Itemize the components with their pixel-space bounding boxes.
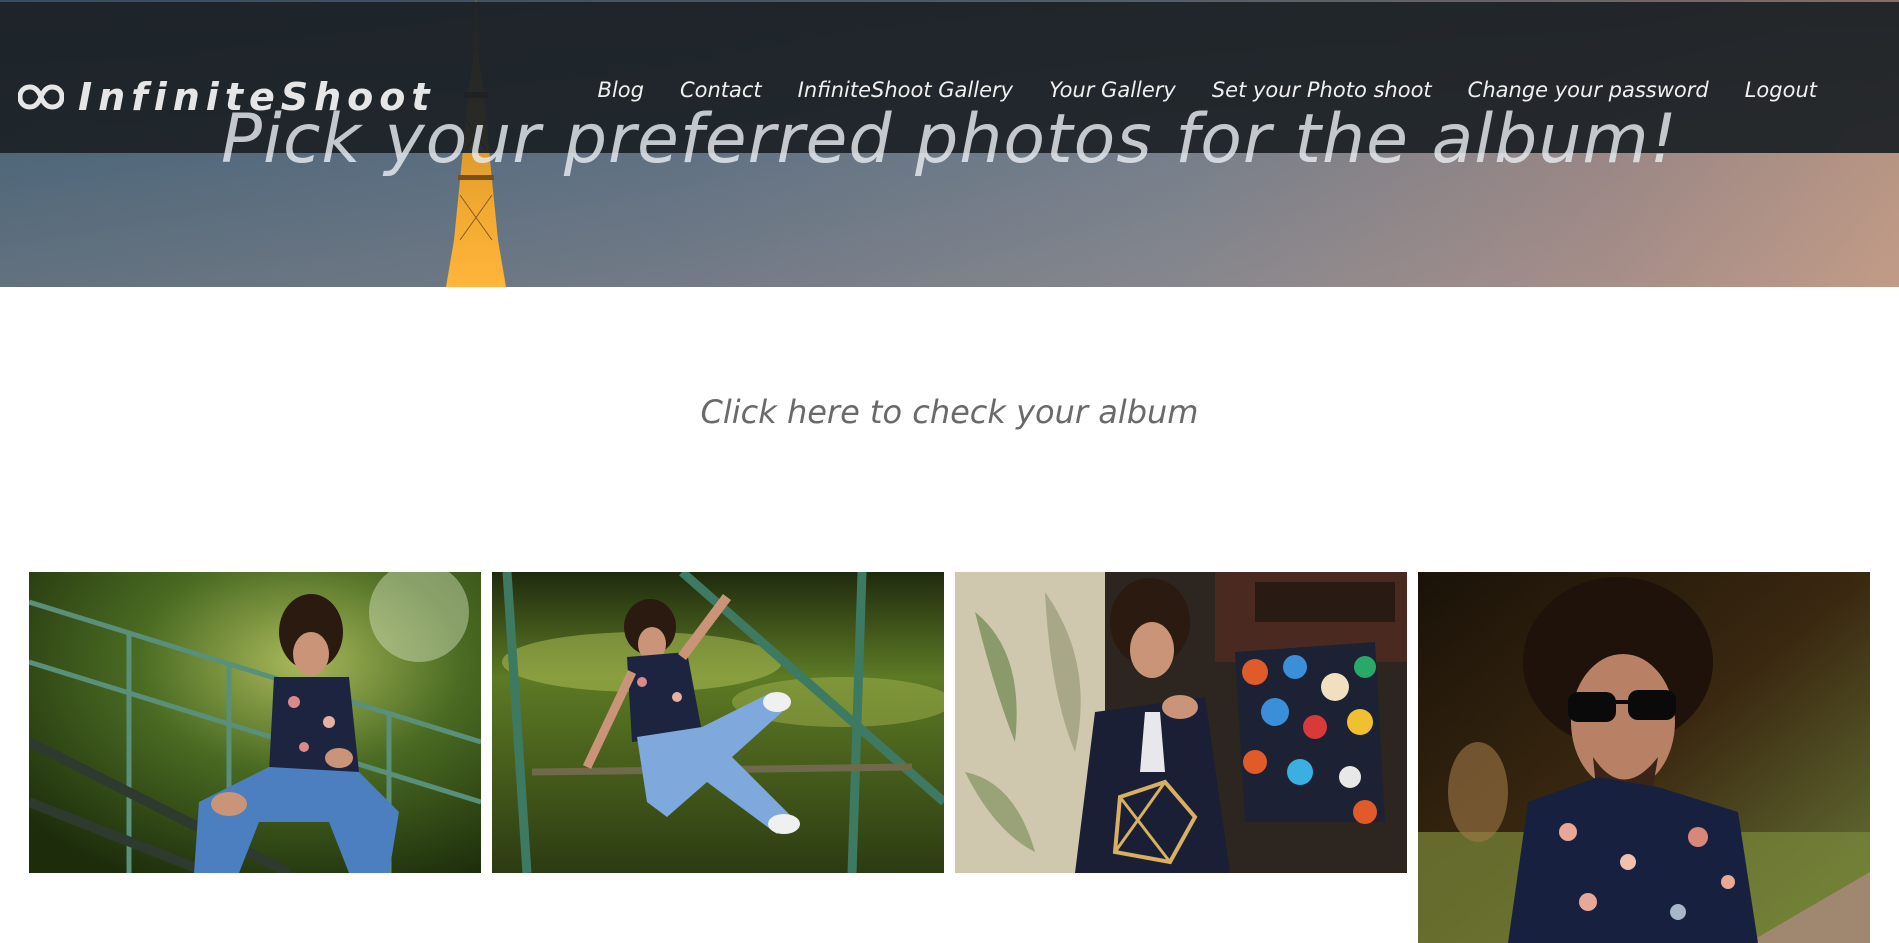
photo-man-with-sunglasses[interactable] <box>1418 572 1870 943</box>
nav-link-your-gallery[interactable]: Your Gallery <box>1049 78 1176 102</box>
hero-title: Pick your preferred photos for the album… <box>221 100 1678 179</box>
nav-link-infiniteshoot-gallery[interactable]: InfiniteShoot Gallery <box>798 78 1013 102</box>
photo-man-on-stairs-image <box>29 572 481 873</box>
photo-man-with-laptop[interactable] <box>955 572 1407 873</box>
photo-man-on-stairs[interactable] <box>29 572 481 873</box>
photo-man-on-grass[interactable] <box>492 572 944 873</box>
page: InfiniteShoot Blog Contact InfiniteShoot… <box>0 0 1899 943</box>
nav-link-logout[interactable]: Logout <box>1745 78 1817 102</box>
photo-man-with-laptop-image <box>955 572 1407 873</box>
check-album-link[interactable]: Click here to check your album <box>0 393 1899 431</box>
nav-link-change-password[interactable]: Change your password <box>1468 78 1709 102</box>
hero-banner: InfiniteShoot Blog Contact InfiniteShoot… <box>0 0 1899 287</box>
nav-link-contact[interactable]: Contact <box>680 78 762 102</box>
nav-link-blog[interactable]: Blog <box>598 78 644 102</box>
photo-man-on-grass-image <box>492 572 944 873</box>
photo-man-with-sunglasses-image <box>1418 572 1870 943</box>
nav-link-set-photo-shoot[interactable]: Set your Photo shoot <box>1212 78 1432 102</box>
